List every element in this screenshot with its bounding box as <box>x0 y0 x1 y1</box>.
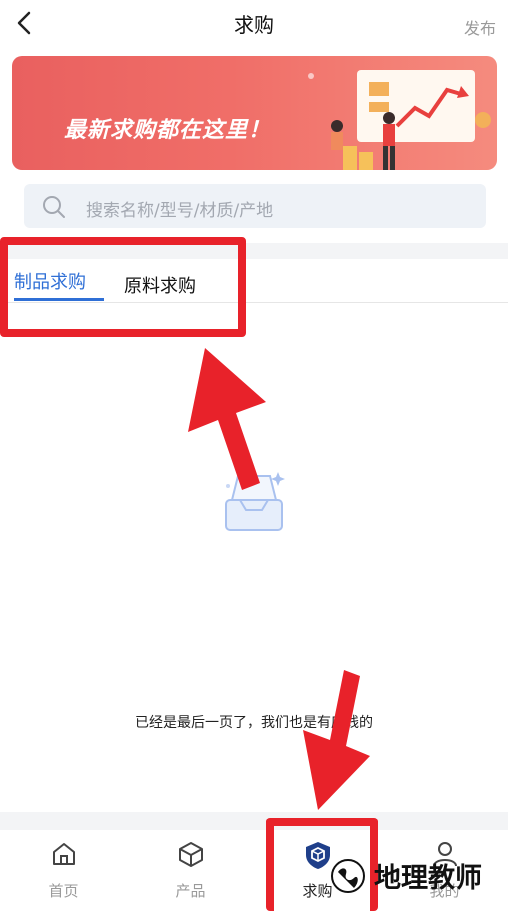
search-icon <box>43 196 65 218</box>
annotation-box-tabs <box>0 237 246 337</box>
watermark: 地理教师 <box>330 856 482 895</box>
nav-label-home: 首页 <box>48 882 79 900</box>
empty-inbox-icon <box>225 472 285 531</box>
nav-item-products[interactable]: 产品 <box>127 830 254 903</box>
cube-icon <box>178 842 203 867</box>
banner-illustration <box>308 70 491 170</box>
promo-banner[interactable]: 最新求购都在这里！ <box>12 56 497 170</box>
search-placeholder: 搜索名称/型号/材质/产地 <box>86 201 274 221</box>
annotation-arrow-down <box>303 670 370 810</box>
publish-button[interactable]: 发布 <box>464 15 496 39</box>
nav-item-home[interactable]: 首页 <box>0 830 127 903</box>
nav-label-products: 产品 <box>175 882 206 900</box>
watermark-text: 地理教师 <box>374 863 482 894</box>
home-icon <box>52 843 75 865</box>
globe-logo-icon <box>331 858 365 893</box>
bottom-separator <box>0 812 508 830</box>
page-title: 求购 <box>234 13 274 37</box>
header: 求购 发布 <box>0 0 508 48</box>
search-input[interactable]: 搜索名称/型号/材质/产地 <box>24 184 486 228</box>
end-of-list-text: 已经是最后一页了，我们也是有底线的 <box>135 715 373 731</box>
banner-headline: 最新求购都在这里！ <box>64 118 272 143</box>
